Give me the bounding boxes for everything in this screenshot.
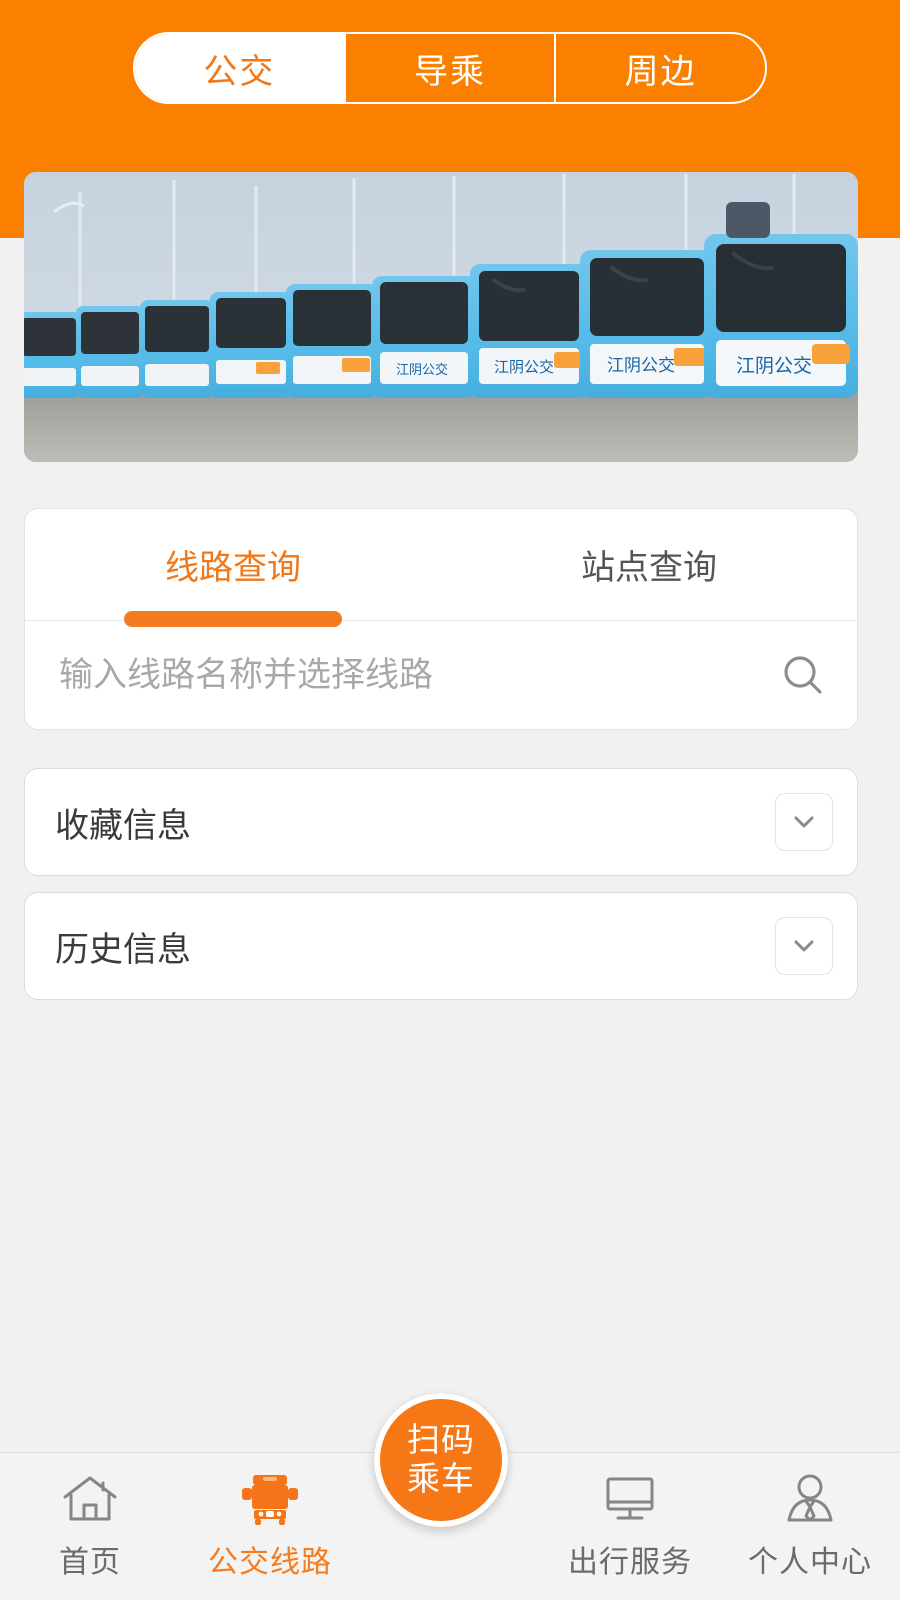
search-input[interactable] — [59, 656, 777, 695]
accordion-history-label: 历史信息 — [55, 930, 191, 969]
monitor-icon — [599, 1471, 661, 1527]
chevron-down-icon[interactable] — [775, 793, 833, 851]
bus-icon — [239, 1471, 301, 1527]
tab-stop-query-label: 站点查询 — [581, 549, 717, 587]
scan-to-ride-button[interactable]: 扫码 乘车 — [374, 1393, 508, 1527]
promo-banner[interactable]: 江阴公交 江阴公交 江阴公交 江阴公交 — [24, 172, 858, 462]
svg-text:江阴公交: 江阴公交 — [494, 358, 554, 376]
route-query-card: 线路查询 站点查询 — [24, 508, 858, 730]
chevron-down-icon[interactable] — [775, 917, 833, 975]
scan-to-ride-line1: 扫码 — [407, 1421, 475, 1459]
tab-stop-query[interactable]: 站点查询 — [441, 509, 857, 620]
search-icon[interactable] — [777, 650, 829, 702]
segment-guide-label: 导乘 — [414, 52, 486, 91]
query-tabs: 线路查询 站点查询 — [25, 509, 857, 627]
bus-fleet-photo: 江阴公交 江阴公交 江阴公交 江阴公交 — [24, 172, 858, 462]
top-segmented-control[interactable]: 公交 导乘 周边 — [133, 32, 767, 104]
user-icon — [779, 1471, 841, 1527]
nav-item-home-label: 首页 — [59, 1546, 121, 1579]
home-icon — [59, 1471, 121, 1527]
segment-nearby-label: 周边 — [624, 52, 697, 91]
search-row — [25, 621, 857, 729]
svg-text:江阴公交: 江阴公交 — [736, 355, 812, 377]
nav-item-bus-routes-label: 公交线路 — [208, 1546, 332, 1579]
accordion-history[interactable]: 历史信息 — [24, 892, 858, 1000]
accordion-favorites-label: 收藏信息 — [55, 806, 191, 845]
tab-route-query[interactable]: 线路查询 — [25, 509, 441, 627]
nav-item-travel-services[interactable]: 出行服务 — [540, 1453, 720, 1600]
tab-route-query-label: 线路查询 — [165, 549, 301, 587]
segment-nearby[interactable]: 周边 — [556, 34, 765, 102]
nav-item-home[interactable]: 首页 — [0, 1453, 180, 1600]
segment-guide[interactable]: 导乘 — [346, 34, 557, 102]
accordion-favorites[interactable]: 收藏信息 — [24, 768, 858, 876]
svg-text:江阴公交: 江阴公交 — [396, 362, 448, 377]
segment-bus-label: 公交 — [203, 52, 276, 91]
scan-to-ride-line2: 乘车 — [407, 1460, 475, 1497]
svg-text:江阴公交: 江阴公交 — [607, 356, 675, 375]
segment-bus[interactable]: 公交 — [135, 34, 346, 102]
nav-item-travel-services-label: 出行服务 — [568, 1546, 692, 1579]
nav-item-profile[interactable]: 个人中心 — [720, 1453, 900, 1600]
tab-active-indicator — [124, 611, 342, 627]
nav-item-bus-routes[interactable]: 公交线路 — [180, 1453, 360, 1600]
nav-item-profile-label: 个人中心 — [748, 1546, 872, 1579]
